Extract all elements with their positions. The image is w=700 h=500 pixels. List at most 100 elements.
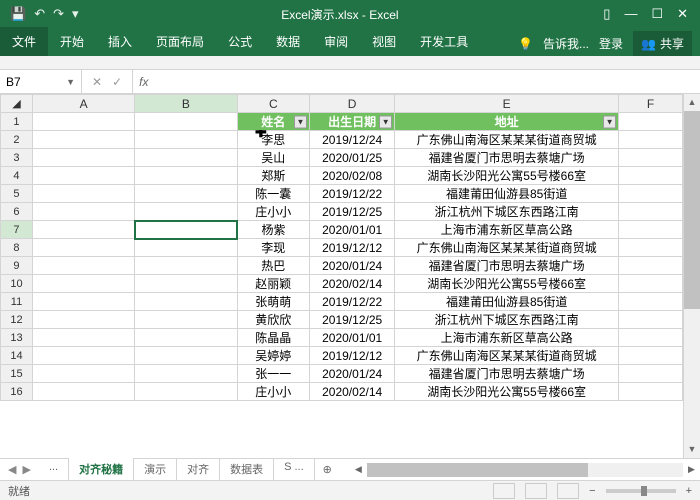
sheet-nav-prev-icon[interactable]: ◀ [8,463,16,476]
header-dob-cell[interactable]: 出生日期▼ [310,113,395,131]
scroll-thumb[interactable] [684,111,700,309]
row-header[interactable]: 7 [1,221,33,239]
cell-addr[interactable]: 浙江杭州下城区东西路江南 [395,311,619,329]
cell-name[interactable]: 陈一囊 [237,185,309,203]
close-icon[interactable]: ✕ [677,6,688,22]
scroll-left-icon[interactable]: ◀ [350,464,367,475]
view-layout-icon[interactable] [525,483,547,499]
cell[interactable] [135,311,237,329]
sheet-nav-next-icon[interactable]: ▶ [22,463,30,476]
scroll-down-icon[interactable]: ▼ [684,441,700,458]
cell-name[interactable]: 庄小小 [237,383,309,401]
cell[interactable] [135,347,237,365]
cell-dob[interactable]: 2019/12/25 [310,203,395,221]
cell[interactable] [32,383,134,401]
cell-name[interactable]: 郑斯 [237,167,309,185]
cell[interactable] [135,329,237,347]
zoom-in-icon[interactable]: + [686,485,692,497]
undo-icon[interactable]: ↶ [34,6,45,22]
save-icon[interactable]: 💾 [10,6,26,22]
cell[interactable] [135,203,237,221]
cell[interactable] [32,113,134,131]
tab-dev[interactable]: 开发工具 [408,27,480,56]
zoom-out-icon[interactable]: − [589,485,595,497]
filter-dropdown-icon[interactable]: ▼ [379,115,392,128]
cell-name[interactable]: 李现 [237,239,309,257]
row-header[interactable]: 12 [1,311,33,329]
tab-review[interactable]: 审阅 [312,27,360,56]
cell[interactable] [619,221,683,239]
ribbon-user-icon[interactable]: ▯ [603,6,610,22]
cell[interactable] [135,293,237,311]
cell[interactable] [619,131,683,149]
cell[interactable] [619,383,683,401]
scroll-thumb[interactable] [367,463,588,477]
cell[interactable] [32,221,134,239]
cell[interactable] [619,329,683,347]
cell[interactable] [32,167,134,185]
col-header-a[interactable]: A [32,95,134,113]
cell[interactable] [32,239,134,257]
row-header[interactable]: 13 [1,329,33,347]
cell-name[interactable]: 张一一 [237,365,309,383]
cell[interactable] [619,203,683,221]
cell[interactable] [32,131,134,149]
tab-file[interactable]: 文件 [0,27,48,56]
cell[interactable] [135,221,237,239]
filter-dropdown-icon[interactable]: ▼ [294,115,307,128]
cell-name[interactable]: 吴婷婷 [237,347,309,365]
sheet-tab[interactable]: 数据表 [220,458,274,482]
cell[interactable] [619,275,683,293]
row-header[interactable]: 6 [1,203,33,221]
cell-addr[interactable]: 广东佛山南海区某某某街道商贸城 [395,131,619,149]
cell[interactable] [135,239,237,257]
cell[interactable] [32,275,134,293]
cell[interactable] [619,257,683,275]
tab-insert[interactable]: 插入 [96,27,144,56]
cell-dob[interactable]: 2019/12/12 [310,347,395,365]
cell[interactable] [32,365,134,383]
cell[interactable] [32,185,134,203]
cell[interactable] [135,113,237,131]
row-header[interactable]: 4 [1,167,33,185]
qat-more-icon[interactable]: ▾ [72,6,79,22]
cell-dob[interactable]: 2020/02/14 [310,275,395,293]
spreadsheet-grid[interactable]: ✚ ◢ A B C D E F 1 姓名▼ 出生日期▼ 地址▼ 2 [0,94,683,458]
row-header[interactable]: 5 [1,185,33,203]
formula-input[interactable] [154,70,700,93]
row-header[interactable]: 1 [1,113,33,131]
cell-addr[interactable]: 湖南长沙阳光公寓55号楼66室 [395,383,619,401]
scroll-right-icon[interactable]: ▶ [683,464,700,475]
cell[interactable] [32,329,134,347]
cell-addr[interactable]: 福建莆田仙游县85街道 [395,293,619,311]
tab-layout[interactable]: 页面布局 [144,27,216,56]
header-addr-cell[interactable]: 地址▼ [395,113,619,131]
cell[interactable] [619,185,683,203]
cell[interactable] [619,167,683,185]
cell-name[interactable]: 庄小小 [237,203,309,221]
cell-name[interactable]: 黄欣欣 [237,311,309,329]
cell[interactable] [32,311,134,329]
name-box[interactable]: B7 ▼ [0,70,82,93]
cell-addr[interactable]: 福建省厦门市思明去蔡塘广场 [395,257,619,275]
row-header[interactable]: 8 [1,239,33,257]
cell-dob[interactable]: 2020/01/24 [310,257,395,275]
fx-icon[interactable]: fx [133,75,154,89]
cell-name[interactable]: 赵丽颖 [237,275,309,293]
col-header-c[interactable]: C [237,95,309,113]
sheet-tab[interactable]: 对齐秘籍 [69,458,134,482]
cell-addr[interactable]: 湖南长沙阳光公寓55号楼66室 [395,167,619,185]
vertical-scrollbar[interactable]: ▲ ▼ [683,94,700,458]
col-header-e[interactable]: E [395,95,619,113]
sheet-tab[interactable]: 对齐 [177,458,220,482]
cell[interactable] [135,131,237,149]
cell-dob[interactable]: 2020/01/01 [310,329,395,347]
view-break-icon[interactable] [557,483,579,499]
sheet-tab[interactable]: S ... [274,458,315,482]
cell-addr[interactable]: 广东佛山南海区某某某街道商贸城 [395,347,619,365]
cell[interactable] [135,167,237,185]
cell[interactable] [619,113,683,131]
col-header-f[interactable]: F [619,95,683,113]
cell-name[interactable]: 热巴 [237,257,309,275]
horizontal-scrollbar[interactable]: ◀ ▶ [350,463,700,477]
